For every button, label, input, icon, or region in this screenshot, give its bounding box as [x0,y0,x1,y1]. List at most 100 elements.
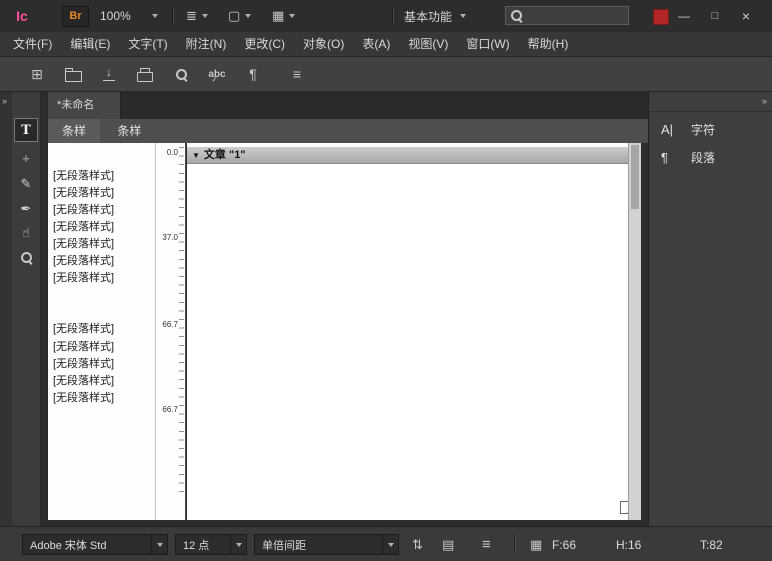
show-hidden-characters-button[interactable]: ¶ [242,63,264,85]
paragraph-style-row[interactable]: [无段落样式] [53,269,153,285]
story-header[interactable]: ▼ 文章 "1" [187,147,628,164]
chevron-down-icon [382,535,398,554]
eyedropper-icon: ✒ [21,201,32,217]
paragraph-style-row[interactable]: [无段落样式] [53,389,153,405]
depth-ruler-mark: 66.7 [152,320,178,329]
leading-arrows-icon[interactable]: ⇅ [412,536,423,553]
menu-type[interactable]: 文字(T) [119,32,176,56]
panel-menu-icon[interactable]: ≡ [482,536,491,553]
arrange-documents-dropdown[interactable]: ▦ [272,6,295,26]
incopy-window: Ic Br 100% ≣ ▢ ▦ 基本功能 — □ [0,0,772,561]
copyfit-f-value: F:66 [552,538,576,552]
paragraph-style-row[interactable]: [无段落样式] [53,320,153,336]
workspace-label: 基本功能 [404,8,452,25]
find-button[interactable] [170,63,192,85]
type-tool[interactable]: T [14,118,38,142]
paragraph-style-row[interactable]: [无段落样式] [53,355,153,371]
maximize-button[interactable]: □ [701,5,729,27]
character-panel-button[interactable]: A| 字符 [649,116,772,142]
right-panel-header: » [649,92,772,112]
save-icon: ↓ [102,66,116,82]
menu-changes[interactable]: 更改(C) [235,32,294,56]
search-input[interactable] [527,9,623,23]
paragraph-style-row[interactable]: [无段落样式] [53,252,153,268]
chevron-down-icon [289,14,295,18]
spellcheck-button[interactable]: abc [206,63,228,85]
leading-select[interactable]: 单倍间距 [254,534,399,555]
font-size-select[interactable]: 12 点 [175,534,247,555]
zoom-dropdown[interactable]: 100% [96,6,162,26]
print-button[interactable] [134,63,156,85]
depth-ruler-mark: 0.0 [152,148,178,157]
collapse-panel-chevrons-icon[interactable]: » [762,96,766,106]
leading-value: 单倍间距 [255,537,382,553]
workspace-switcher[interactable]: 基本功能 [404,6,466,26]
new-document-button[interactable]: ⊞ [26,63,48,85]
position-tool[interactable]: + [14,146,38,170]
menu-notes[interactable]: 附注(N) [177,32,236,56]
font-family-value: Adobe 宋体 Std [23,537,151,553]
paragraph-style-row[interactable]: [无段落样式] [53,184,153,200]
menu-view[interactable]: 视图(V) [399,32,457,56]
chevron-down-icon [202,14,208,18]
paragraph-style-row[interactable]: [无段落样式] [53,167,153,183]
open-button[interactable] [62,63,84,85]
expand-panel-chevrons-icon[interactable]: » [2,96,6,106]
scrollbar-thumb[interactable] [631,145,639,209]
incopy-logo: Ic [8,4,36,28]
menu-help[interactable]: 帮助(H) [519,32,578,56]
menu-table[interactable]: 表(A) [353,32,399,56]
story-editor[interactable]: ▼ 文章 "1" [187,143,628,520]
view-options-icon: ≣ [186,6,197,26]
separator [172,8,174,24]
paragraph-style-row[interactable]: [无段落样式] [53,218,153,234]
close-button[interactable]: × [732,5,760,27]
screen-mode-dropdown[interactable]: ▢ [228,6,251,26]
menu-window[interactable]: 窗口(W) [457,32,518,56]
paragraph-style-row[interactable]: [无段落样式] [53,201,153,217]
chevron-down-icon [230,535,246,554]
hand-tool[interactable]: ☝ [14,221,38,245]
left-dock-strip: » [0,92,12,526]
menu-edit[interactable]: 编辑(E) [61,32,119,56]
chevron-down-icon [152,14,158,18]
menu-object[interactable]: 对象(O) [294,32,353,56]
minimize-button[interactable]: — [670,5,698,27]
paragraph-panel-button[interactable]: ¶ 段落 [649,144,772,170]
eyedropper-tool[interactable]: ✒ [14,197,38,221]
note-tool[interactable]: ✎ [14,172,38,196]
document-tab[interactable]: *未命名 [48,92,121,119]
editor-content: [无段落样式] [无段落样式] [无段落样式] [无段落样式] [无段落样式] … [48,143,641,520]
collapse-triangle-icon[interactable]: ▼ [192,147,200,164]
type-tool-icon: T [21,123,31,138]
save-button[interactable]: ↓ [98,63,120,85]
depth-ruler-ticks [179,147,184,492]
character-panel-label: 字符 [691,121,715,138]
note-tool-icon: ✎ [21,176,32,192]
folder-icon [65,71,82,82]
view-tab-story[interactable]: 条样 [103,119,155,143]
vertical-scrollbar[interactable] [628,143,641,520]
copyfit-t-value: T:82 [700,538,723,552]
paragraph-style-row[interactable]: [无段落样式] [53,338,153,354]
hand-icon: ☝ [22,225,30,241]
zoom-tool[interactable] [14,245,38,269]
depth-ruler-mark: 37.0 [152,233,178,242]
menu-file[interactable]: 文件(F) [4,32,61,56]
bridge-button[interactable]: Br [62,6,89,27]
magnifier-icon [176,69,187,80]
paragraph-style-row[interactable]: [无段落样式] [53,372,153,388]
text-frame-icon[interactable]: ▤ [442,536,454,553]
copyfit-info-icon: ▦ [530,536,542,553]
toolbar-menu-button[interactable]: ≡ [286,63,308,85]
copyfit-h-value: H:16 [616,538,641,552]
position-tool-icon: + [22,151,30,166]
view-tab-galley[interactable]: 条样 [48,119,100,143]
paragraph-panel-icon: ¶ [661,150,683,165]
menubar: 文件(F) 编辑(E) 文字(T) 附注(N) 更改(C) 对象(O) 表(A)… [0,32,772,57]
font-family-select[interactable]: Adobe 宋体 Std [22,534,168,555]
view-options-dropdown[interactable]: ≣ [186,6,208,26]
chevron-down-icon [151,535,167,554]
zoom-value: 100% [100,9,131,23]
paragraph-style-row[interactable]: [无段落样式] [53,235,153,251]
